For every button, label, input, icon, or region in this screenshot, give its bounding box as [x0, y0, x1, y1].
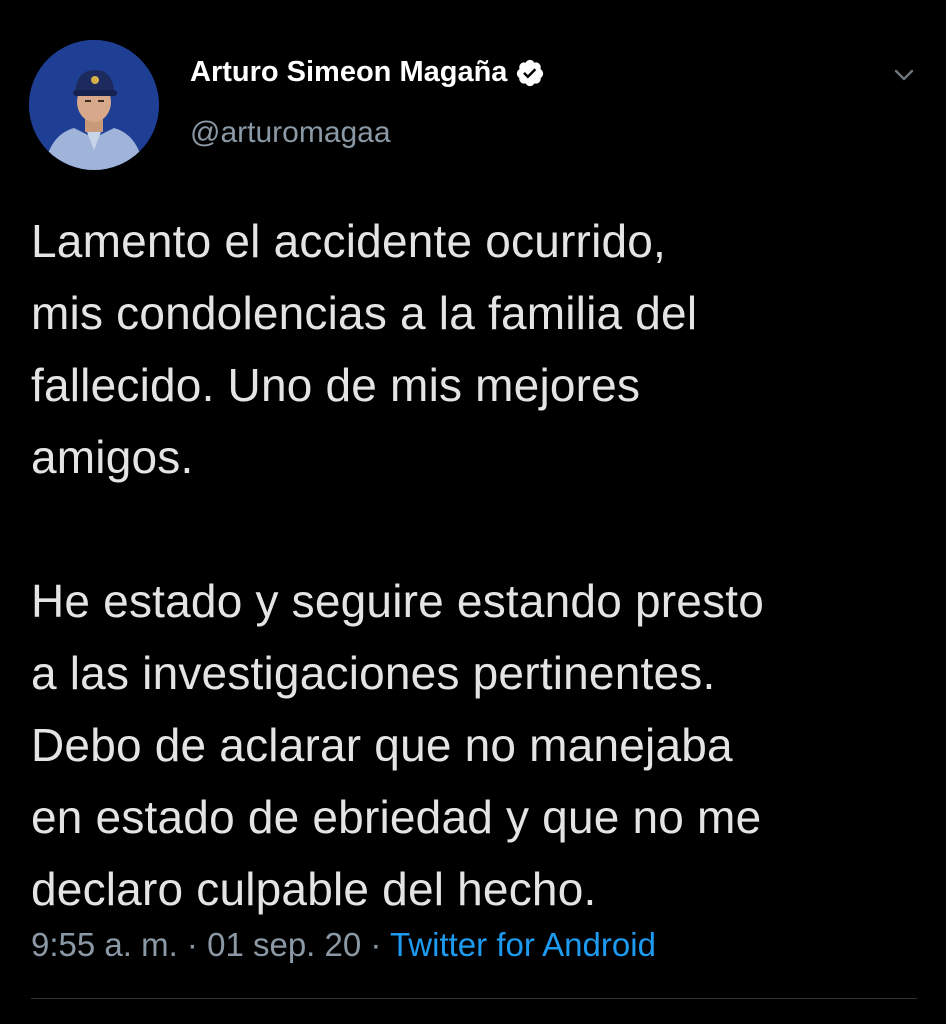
chevron-down-icon[interactable] — [889, 60, 919, 90]
tweet-text: Lamento el accidente ocurrido, mis condo… — [31, 215, 765, 915]
avatar-image — [29, 40, 159, 170]
tweet-meta: 9:55 a. m. · 01 sep. 20 · Twitter for An… — [31, 926, 656, 964]
tweet-date[interactable]: 01 sep. 20 — [207, 926, 361, 963]
tweet-source-link[interactable]: Twitter for Android — [390, 926, 656, 963]
tweet-card: Arturo Simeon Magaña @arturomagaa Lament… — [0, 0, 946, 1024]
avatar[interactable] — [29, 40, 159, 170]
tweet-time[interactable]: 9:55 a. m. — [31, 926, 178, 963]
divider — [31, 998, 917, 999]
user-handle[interactable]: @arturomagaa — [190, 116, 391, 150]
display-name[interactable]: Arturo Simeon Magaña — [190, 56, 545, 89]
meta-separator: · — [186, 926, 198, 963]
meta-separator: · — [370, 926, 382, 963]
display-name-text: Arturo Simeon Magaña — [190, 56, 508, 88]
verified-badge-icon — [517, 59, 544, 86]
